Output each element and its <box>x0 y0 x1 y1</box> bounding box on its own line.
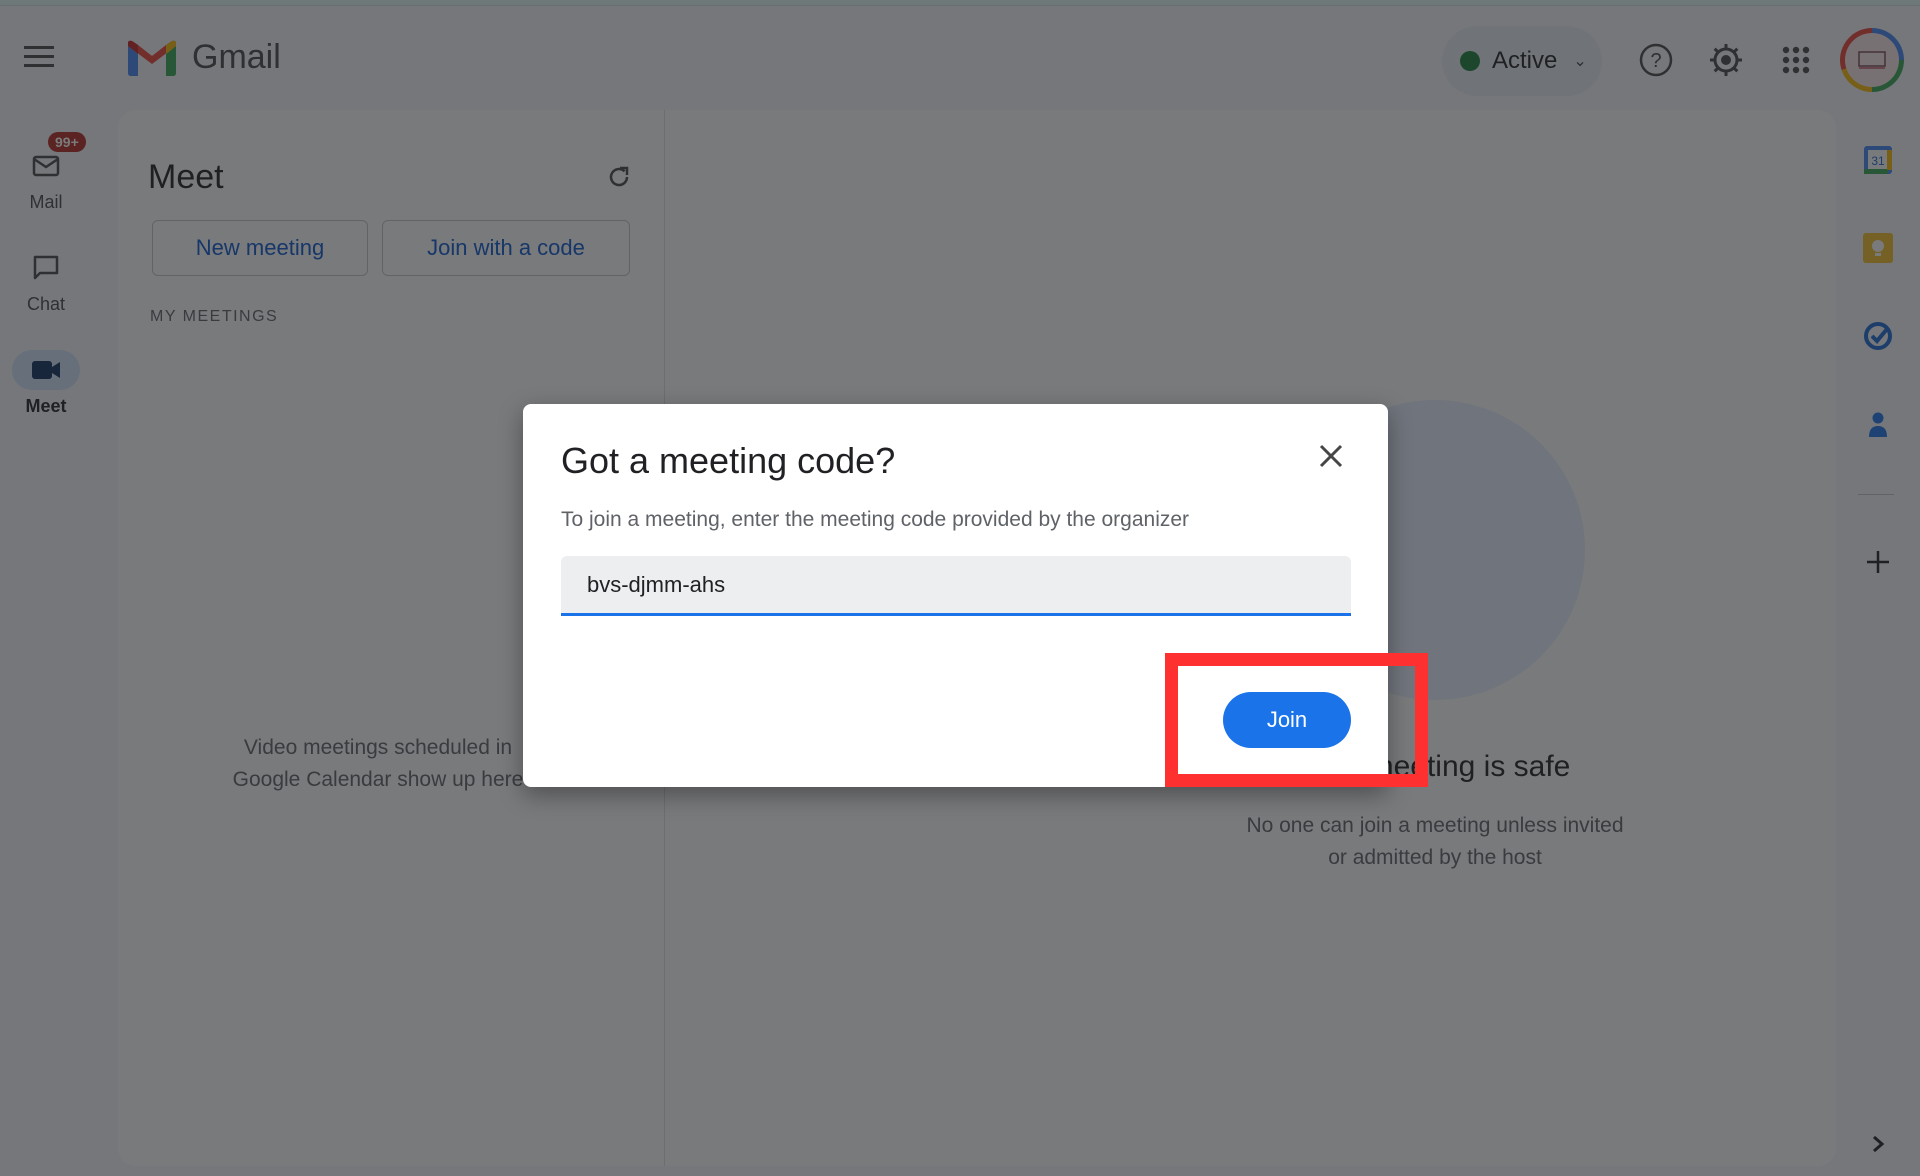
meeting-code-field <box>561 556 1351 616</box>
join-meeting-dialog: Got a meeting code? To join a meeting, e… <box>523 404 1388 787</box>
join-button[interactable]: Join <box>1223 692 1351 748</box>
meeting-code-input[interactable] <box>561 556 1351 613</box>
dialog-description: To join a meeting, enter the meeting cod… <box>561 508 1190 531</box>
close-icon <box>1319 444 1343 468</box>
dialog-title: Got a meeting code? <box>561 440 896 481</box>
close-button[interactable] <box>1313 438 1349 474</box>
